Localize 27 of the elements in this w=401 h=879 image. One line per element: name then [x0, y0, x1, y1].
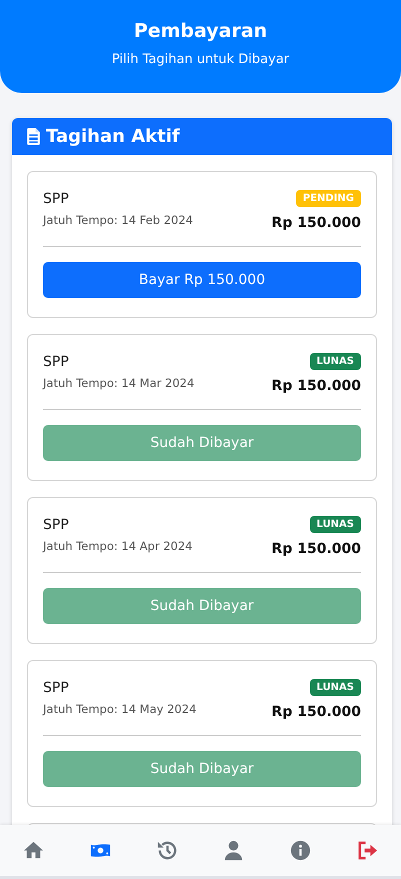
paid-button[interactable]: Sudah Dibayar [43, 425, 361, 461]
status-badge: PENDING [296, 190, 361, 207]
bill-name: SPP [43, 354, 70, 370]
bill-name: SPP [43, 517, 70, 533]
due-date: Jatuh Tempo: 14 May 2024 [43, 702, 196, 716]
bill-amount: Rp 150.000 [272, 378, 361, 394]
bill-amount: Rp 150.000 [272, 704, 361, 720]
bill-amount: Rp 150.000 [272, 541, 361, 557]
history-icon[interactable] [156, 839, 179, 862]
due-date: Jatuh Tempo: 14 Feb 2024 [43, 213, 193, 227]
bill-name: SPP [43, 191, 70, 207]
logout-icon[interactable] [356, 839, 380, 862]
status-badge: LUNAS [310, 679, 361, 696]
page-title: Pembayaran [132, 20, 268, 42]
pay-button[interactable]: Bayar Rp 150.000 [43, 262, 361, 298]
document-icon [27, 128, 40, 145]
bill-amount: Rp 150.000 [272, 215, 361, 231]
info-icon[interactable] [289, 839, 312, 862]
bill-name: SPP [43, 680, 70, 696]
status-badge: LUNAS [310, 516, 361, 533]
status-badge: LUNAS [310, 353, 361, 370]
paid-button[interactable]: Sudah Dibayar [43, 751, 361, 787]
paid-button[interactable]: Sudah Dibayar [43, 588, 361, 624]
page-subtitle: Pilih Tagihan untuk Dibayar [110, 52, 290, 67]
due-date: Jatuh Tempo: 14 Apr 2024 [43, 539, 192, 553]
panel-title: Tagihan Aktif [46, 126, 180, 147]
due-date: Jatuh Tempo: 14 Mar 2024 [43, 376, 194, 390]
